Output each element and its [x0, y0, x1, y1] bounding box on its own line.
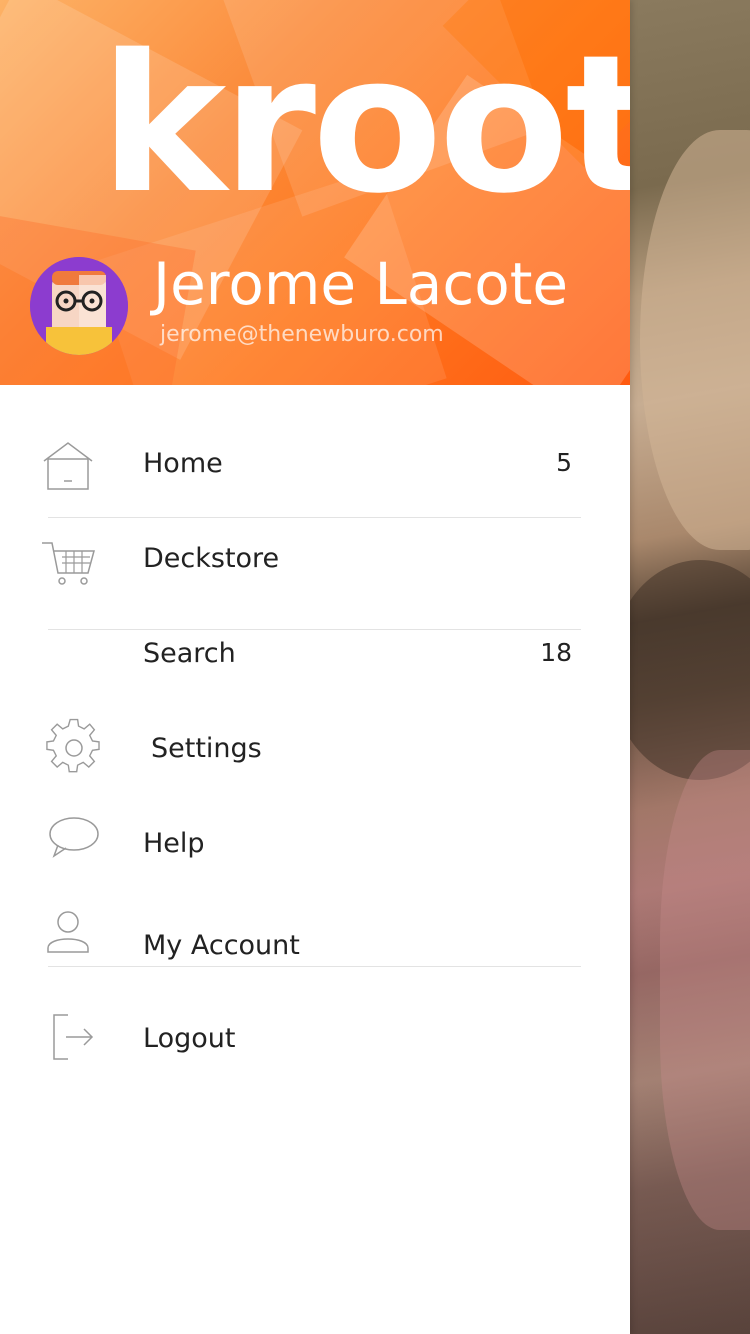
- menu-label: Search: [143, 638, 236, 669]
- gear-icon: [46, 718, 100, 773]
- menu-label: Home: [143, 448, 223, 479]
- speech-bubble-icon: [49, 817, 99, 858]
- avatar[interactable]: [30, 257, 128, 355]
- user-icon: [47, 911, 89, 953]
- menu-label: Help: [143, 828, 205, 859]
- menu-label: My Account: [143, 930, 300, 961]
- home-icon: [43, 442, 93, 490]
- photo-shape: [640, 130, 750, 550]
- photo-shape: [660, 750, 750, 1230]
- navigation-drawer: kroot Jerome Lacote jerome@thenewburo.co…: [0, 0, 630, 1334]
- menu-item-logout[interactable]: Logout: [0, 995, 630, 1085]
- menu-label: Settings: [151, 733, 262, 764]
- logout-icon: [53, 1014, 94, 1060]
- menu-item-home[interactable]: Home 5: [0, 420, 630, 510]
- menu-item-deckstore[interactable]: Deckstore: [0, 515, 630, 605]
- menu-item-my-account[interactable]: My Account: [0, 900, 630, 990]
- background-photo[interactable]: [630, 0, 750, 1334]
- photo-shape: [630, 560, 750, 780]
- badge-count: 5: [556, 448, 572, 477]
- divider: [48, 966, 581, 967]
- menu-label: Deckstore: [143, 543, 280, 574]
- menu-label: Logout: [143, 1023, 236, 1054]
- app-logo: kroot: [100, 14, 630, 235]
- drawer-header: kroot Jerome Lacote jerome@thenewburo.co…: [0, 0, 630, 385]
- menu-item-search[interactable]: Search 18: [0, 610, 630, 700]
- badge-count: 18: [540, 638, 572, 667]
- user-name: Jerome Lacote: [153, 250, 569, 318]
- cart-icon: [42, 542, 95, 585]
- menu-item-help[interactable]: Help: [0, 800, 630, 890]
- avatar-illustration-icon: [30, 257, 128, 355]
- menu-item-settings[interactable]: Settings: [0, 705, 630, 795]
- user-email: jerome@thenewburo.com: [160, 322, 444, 347]
